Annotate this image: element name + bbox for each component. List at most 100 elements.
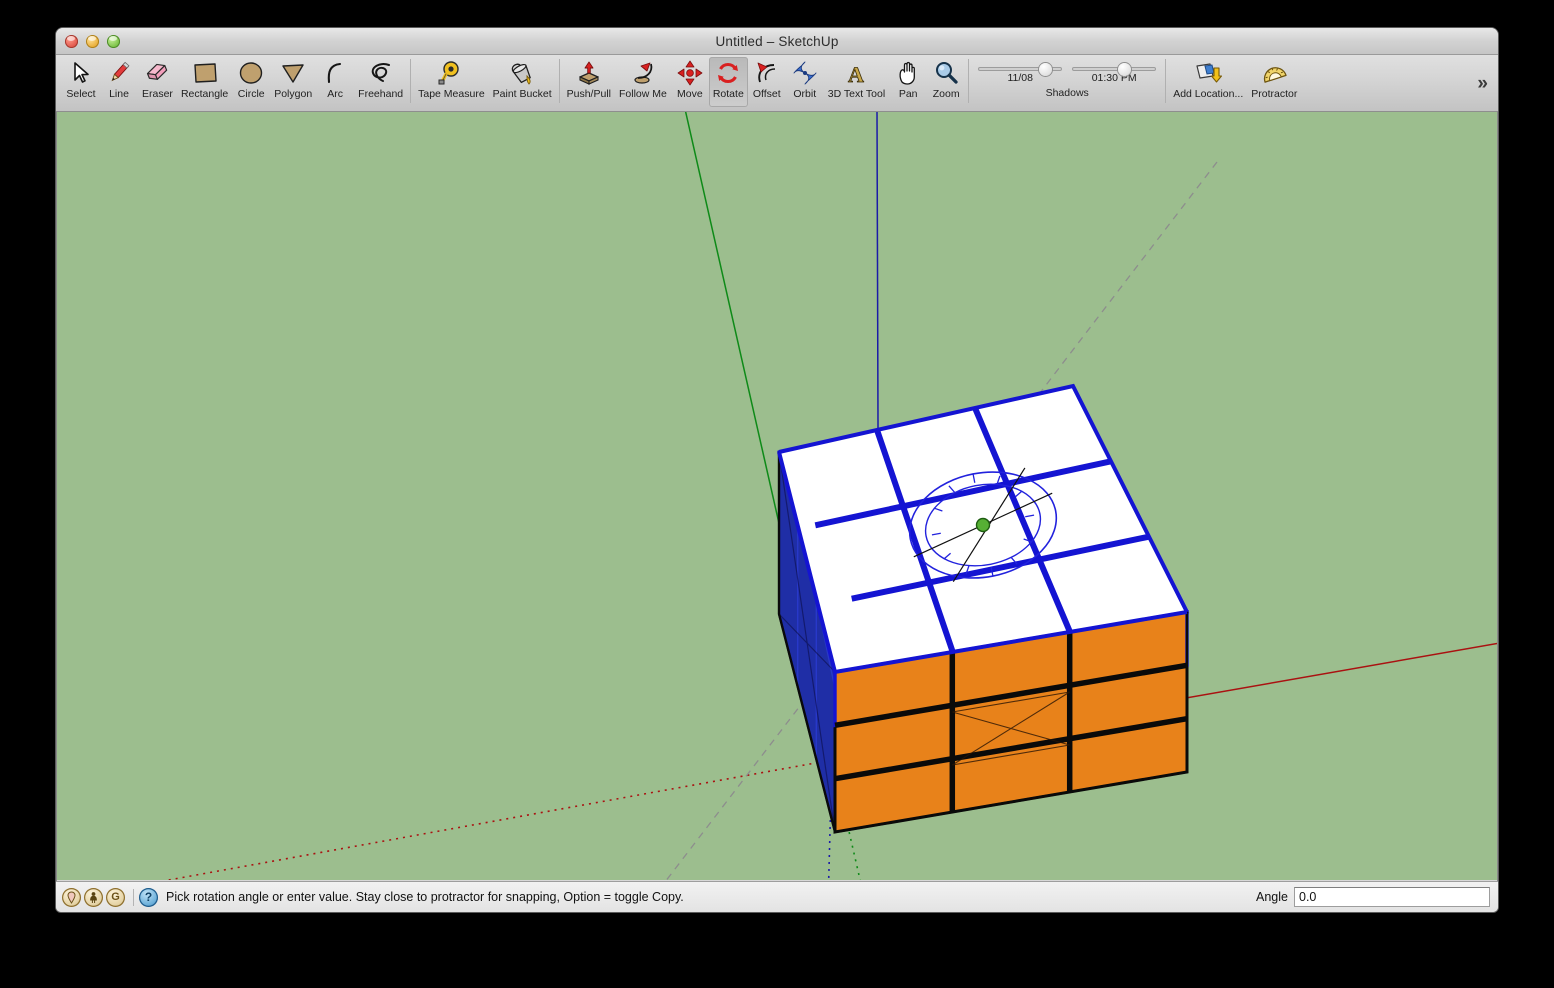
orbit-icon (792, 59, 818, 87)
toolbar-separator (1165, 59, 1167, 103)
tool-offset[interactable]: Offset (748, 57, 786, 107)
tool-label: Polygon (274, 88, 313, 100)
shadow-date-value: 11/08 (1007, 72, 1033, 84)
main-toolbar: Select Line Eraser Rectangle Circle Poly… (56, 55, 1498, 112)
tool-paint-bucket[interactable]: Paint Bucket (489, 57, 556, 107)
tool-label: Move (677, 88, 703, 100)
shadow-time-slider[interactable]: 01:30 PM (1072, 59, 1157, 84)
window-controls (65, 35, 120, 48)
status-bar: G ? Pick rotation angle or enter value. … (56, 881, 1498, 912)
freehand-icon (367, 59, 395, 87)
tool-arc[interactable]: Arc (316, 57, 354, 107)
tool-pan[interactable]: Pan (889, 57, 927, 107)
tool-eraser[interactable]: Eraser (138, 57, 177, 107)
slider-track[interactable] (1072, 63, 1157, 76)
tool-label: Paint Bucket (492, 88, 552, 100)
tool-label: Push/Pull (566, 88, 611, 100)
toolbar-separator (968, 59, 970, 103)
tool-label: Arc (327, 88, 344, 100)
vcb-label: Angle (1256, 890, 1288, 904)
text-3d-icon: A (843, 59, 869, 87)
pencil-icon (106, 59, 132, 87)
offset-icon (754, 59, 780, 87)
modeling-viewport[interactable] (56, 112, 1498, 881)
toolbar-separator (410, 59, 412, 103)
model-canvas[interactable] (57, 112, 1497, 880)
tape-measure-icon (437, 59, 465, 87)
svg-text:A: A (849, 62, 865, 86)
tool-3d-text[interactable]: A 3D Text Tool (824, 57, 889, 107)
tool-label: Tape Measure (418, 88, 485, 100)
arrow-cursor-icon (70, 59, 92, 87)
push-pull-icon (575, 59, 603, 87)
tool-label: Add Location... (1173, 88, 1244, 100)
tool-freehand[interactable]: Freehand (354, 57, 407, 107)
tool-label: Eraser (142, 88, 173, 100)
tool-label: Freehand (358, 88, 404, 100)
geo-pin-icon[interactable] (62, 887, 81, 907)
title-bar: Untitled – SketchUp (56, 28, 1498, 55)
status-message: Pick rotation angle or enter value. Stay… (166, 890, 684, 904)
follow-me-icon (629, 59, 657, 87)
tool-rectangle[interactable]: Rectangle (177, 57, 232, 107)
tool-protractor[interactable]: Protractor (1247, 57, 1301, 107)
polygon-icon (280, 59, 306, 87)
window-title: Untitled – SketchUp (715, 33, 839, 49)
tool-polygon[interactable]: Polygon (270, 57, 316, 107)
tool-label: Orbit (793, 88, 817, 100)
shadows-group-label: Shadows (1045, 87, 1089, 99)
tool-label: Pan (898, 88, 918, 100)
tool-label: Line (109, 88, 129, 100)
minimize-window-button[interactable] (86, 35, 99, 48)
tool-follow-me[interactable]: Follow Me (615, 57, 671, 107)
tool-label: Follow Me (618, 88, 667, 100)
person-icon[interactable] (84, 887, 103, 907)
measurement-box: Angle (1256, 887, 1492, 907)
tool-label: Select (66, 88, 96, 100)
tool-label: Zoom (932, 88, 960, 100)
tool-label: 3D Text Tool (827, 88, 886, 100)
tool-circle[interactable]: Circle (232, 57, 270, 107)
tool-tape-measure[interactable]: Tape Measure (414, 57, 489, 107)
toolbar-overflow-chevron-icon[interactable]: » (1477, 73, 1488, 95)
tool-label: Rotate (712, 88, 744, 100)
tool-push-pull[interactable]: Push/Pull (563, 57, 615, 107)
close-window-button[interactable] (65, 35, 78, 48)
protractor-icon (1260, 59, 1288, 87)
toolbar-separator (558, 59, 560, 103)
statusbar-divider (133, 888, 134, 906)
slider-track[interactable] (978, 63, 1063, 76)
tool-move[interactable]: Move (671, 57, 709, 107)
move-icon (677, 59, 703, 87)
tool-add-location[interactable]: Add Location... (1169, 57, 1247, 107)
eraser-icon (143, 59, 171, 87)
slider-knob[interactable] (1038, 63, 1052, 76)
sketchup-window: Untitled – SketchUp Select Line Eraser R… (56, 28, 1498, 912)
tool-orbit[interactable]: Orbit (786, 57, 824, 107)
tool-label: Rectangle (180, 88, 229, 100)
add-location-icon (1194, 59, 1223, 87)
shadows-controls: 11/08 01:30 PM Shadows (972, 59, 1162, 99)
maximize-window-button[interactable] (107, 35, 120, 48)
help-icon[interactable]: ? (139, 887, 158, 907)
arc-icon (323, 59, 347, 87)
rectangle-icon (192, 59, 218, 87)
shadow-date-slider[interactable]: 11/08 (978, 59, 1063, 84)
tool-label: Offset (752, 88, 781, 100)
angle-input[interactable] (1294, 887, 1490, 907)
circle-icon (238, 59, 264, 87)
tool-label: Circle (237, 88, 265, 100)
viewport-background (57, 112, 1497, 880)
tool-rotate[interactable]: Rotate (708, 57, 748, 107)
tool-select[interactable]: Select (62, 57, 100, 107)
slider-knob[interactable] (1118, 63, 1132, 76)
tool-label: Protractor (1251, 88, 1298, 100)
google-g-icon[interactable]: G (106, 887, 125, 907)
magnifier-zoom-icon (933, 59, 959, 87)
shadow-time-value: 01:30 PM (1091, 72, 1137, 84)
tool-zoom[interactable]: Zoom (927, 57, 965, 107)
rotate-icon (715, 59, 741, 87)
hand-pan-icon (896, 59, 920, 87)
tool-line[interactable]: Line (100, 57, 138, 107)
paint-bucket-icon (508, 59, 536, 87)
